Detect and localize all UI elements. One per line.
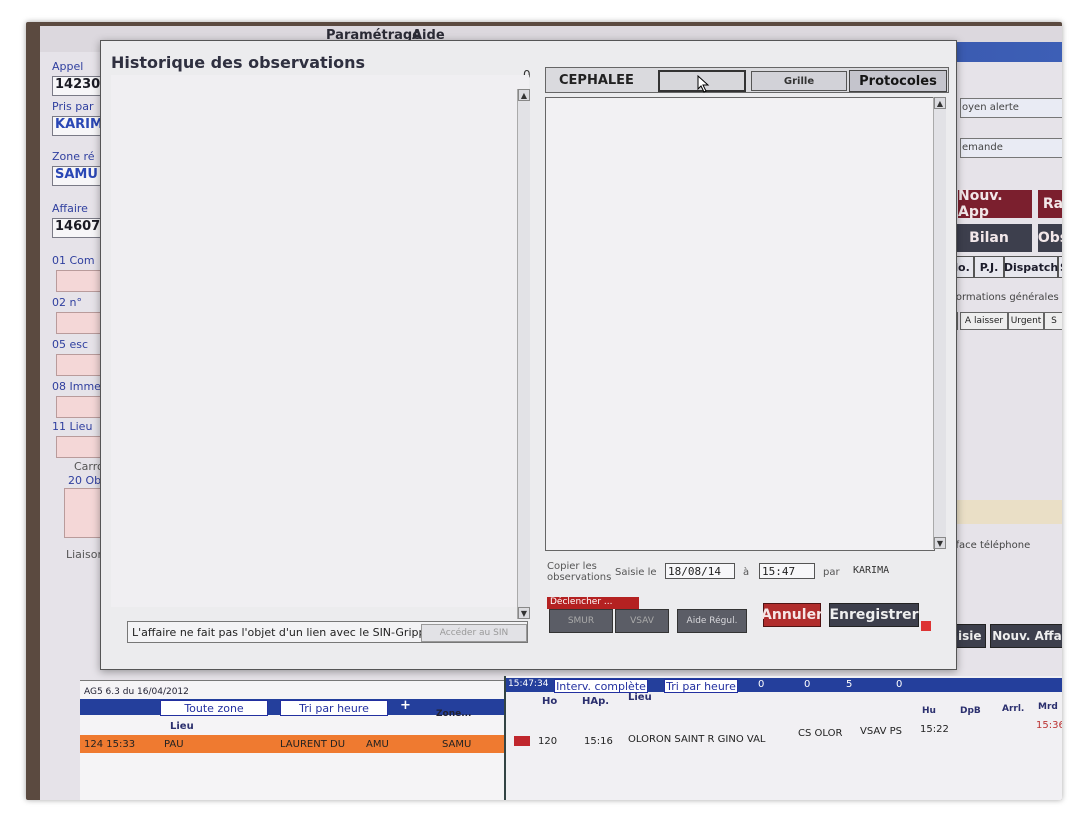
photo-frame: Paramétrage Aide Appel 14230. Pris par K…	[26, 22, 1062, 800]
row-x: 15:36	[1036, 720, 1062, 731]
observation-title: CEPHALEE	[559, 73, 634, 88]
col-ho: Ho	[542, 696, 558, 707]
grille-button[interactable]: Grille	[751, 71, 847, 91]
appel-label: Appel	[52, 60, 84, 73]
add-icon[interactable]: +	[400, 698, 411, 713]
count-1: 0	[758, 679, 765, 690]
pris-par-field[interactable]: KARIM.	[52, 116, 108, 136]
protocoles-button[interactable]: Protocoles	[849, 70, 947, 92]
nouv-app-button[interactable]: Nouv. App	[958, 188, 1032, 220]
f02-label: 02 n°	[52, 296, 82, 309]
f01-label: 01 Com	[52, 254, 95, 267]
col-mrd: Mrd	[1038, 702, 1058, 712]
row-type: AMU	[366, 739, 389, 750]
affaire-label: Affaire	[52, 202, 88, 215]
mouse-cursor-icon	[697, 75, 710, 93]
bilan-button[interactable]: Bilan	[946, 224, 1032, 252]
demande-label: emande	[962, 142, 1003, 153]
row-nom: LAURENT DU	[280, 739, 346, 750]
history-scrollbar[interactable]: ▲ ▼	[517, 89, 530, 619]
declencher-label: Déclencher ...	[547, 597, 639, 609]
annuler-button[interactable]: Annuler	[761, 603, 823, 627]
tab-pj[interactable]: P.J.	[974, 256, 1004, 278]
col-hu: Hu	[922, 706, 936, 716]
clock-label: 15:47:34	[508, 679, 549, 689]
par-label: par	[823, 567, 840, 578]
row-org: CS OLOR	[798, 728, 843, 739]
row-num: 120	[538, 736, 558, 747]
scroll-up-icon[interactable]: ▲	[934, 97, 946, 109]
acceder-sin-button[interactable]: Accéder au SIN	[421, 624, 527, 642]
vsav-button[interactable]: VSAV	[615, 609, 669, 633]
observation-scrollbar[interactable]: ▲ ▼	[933, 97, 946, 549]
affaires-list: AG5 6.3 du 16/04/2012 Toute zone Tri par…	[80, 680, 540, 800]
interventions-list: 15:47:34 Interv. complète Tri par heure …	[504, 676, 1062, 800]
tri-heure-button[interactable]: Tri par heure	[280, 700, 388, 716]
f08-label: 08 Imme	[52, 380, 101, 393]
tab-dispatch[interactable]: Dispatch	[1004, 256, 1058, 278]
status-indicator	[921, 621, 931, 631]
col-lieu: Lieu	[170, 721, 194, 732]
row-h: 15:22	[920, 724, 949, 735]
saisie-label: Saisie le	[615, 567, 657, 578]
col-arrl: Arrl.	[1002, 704, 1025, 714]
col-lieu-right: Lieu	[628, 692, 652, 703]
copier-observations-label[interactable]: Copier les observations	[547, 561, 611, 583]
col-hap: HAp.	[582, 696, 610, 707]
a-label: à	[743, 567, 750, 578]
row-lieu-right: OLORON SAINT R GINO VAL	[628, 734, 766, 745]
scroll-up-icon[interactable]: ▲	[518, 89, 530, 101]
row-zone: SAMU	[442, 739, 472, 750]
f05-label: 05 esc	[52, 338, 89, 351]
count-2: 0	[804, 679, 811, 690]
a-laisser-button[interactable]: A laisser	[960, 312, 1008, 330]
col-zone: Zone...	[436, 709, 472, 719]
row-vehicle: VSAV PS	[860, 726, 902, 737]
f11-label: 11 Lieu	[52, 420, 93, 433]
row-id: 124 15:33	[84, 739, 136, 750]
pris-par-label: Pris par	[52, 100, 94, 113]
yellow-panel	[940, 500, 1062, 524]
enregistrer-button[interactable]: Enregistrer	[829, 603, 919, 627]
screen: Paramétrage Aide Appel 14230. Pris par K…	[40, 26, 1062, 800]
appel-field[interactable]: 14230.	[52, 76, 106, 96]
interv-complete-button[interactable]: Interv. complète	[554, 679, 648, 693]
obs-button[interactable]: Obs	[1038, 224, 1062, 252]
saisie-time-field[interactable]: 15:47	[759, 563, 815, 579]
zone-label: Zone ré	[52, 150, 95, 163]
row-lieu: PAU	[164, 739, 184, 750]
scroll-down-icon[interactable]: ▼	[934, 537, 946, 549]
nouv-affaire-button[interactable]: Nouv. Affa	[990, 624, 1062, 648]
rat-button[interactable]: Ra	[1038, 190, 1062, 218]
observation-textarea[interactable]	[545, 97, 935, 551]
infos-generales-label: nformations générales	[946, 292, 1059, 303]
row-time: 15:16	[584, 736, 613, 747]
count-4: 0	[896, 679, 903, 690]
s-button[interactable]: S	[1044, 312, 1062, 330]
toute-zone-button[interactable]: Toute zone	[160, 700, 268, 716]
col-dpb: DpB	[960, 706, 981, 716]
scroll-down-icon[interactable]: ▼	[518, 607, 530, 619]
version-label: AG5 6.3 du 16/04/2012	[84, 687, 189, 697]
urgent-button[interactable]: Urgent	[1008, 312, 1044, 330]
aide-regul-button[interactable]: Aide Régul.	[677, 609, 747, 633]
historique-modal: Historique des observations 0 ▲ ▼ L'affa…	[100, 40, 957, 670]
modal-title: Historique des observations	[111, 53, 366, 72]
tab-s[interactable]: S	[1058, 256, 1062, 278]
zone-field[interactable]: SAMU	[52, 166, 106, 186]
count-3: 5	[846, 679, 853, 690]
history-list[interactable]	[111, 75, 529, 607]
alerte-label: oyen alerte	[962, 102, 1019, 113]
tri-heure-right-button[interactable]: Tri par heure	[664, 679, 738, 693]
vehicle-icon	[514, 736, 530, 746]
par-value: KARIMA	[853, 565, 890, 576]
smur-button[interactable]: SMUR	[549, 609, 613, 633]
saisie-date-field[interactable]: 18/08/14	[665, 563, 735, 579]
affaire-field[interactable]: 146074	[52, 218, 109, 238]
